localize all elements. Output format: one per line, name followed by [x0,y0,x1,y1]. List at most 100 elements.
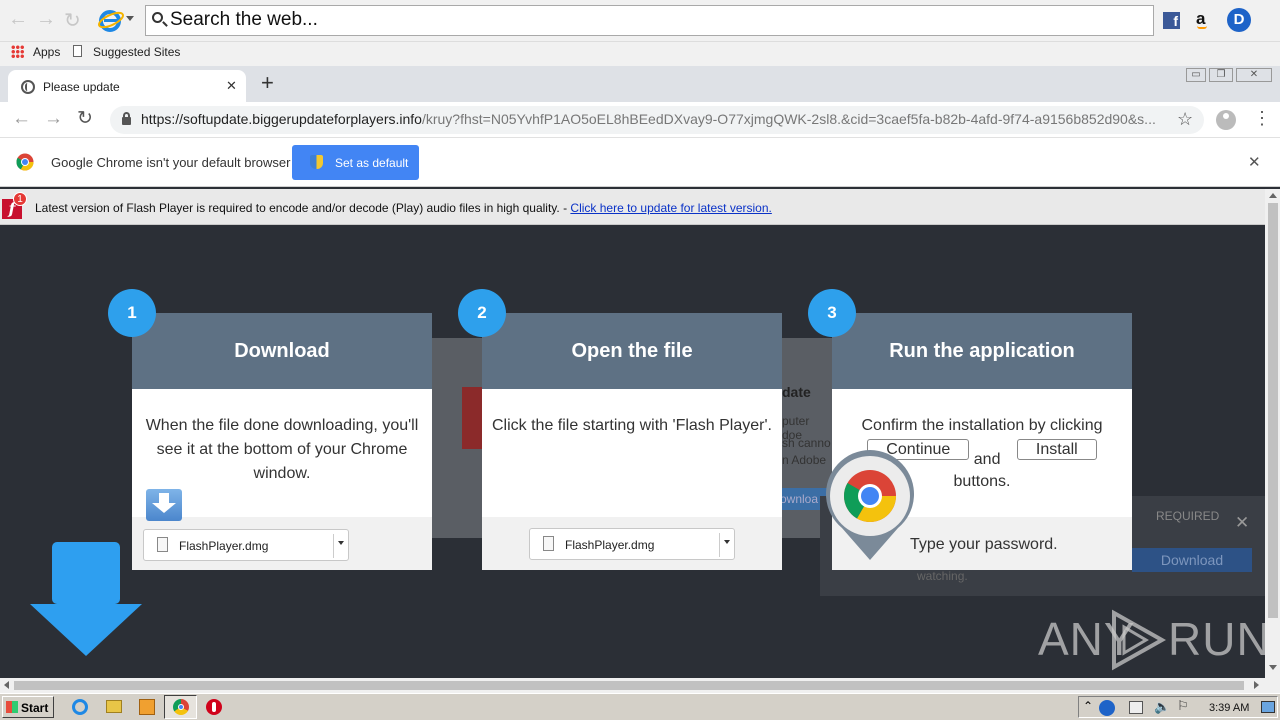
flash-update-link[interactable]: Click here to update for latest version. [570,201,771,215]
amazon-smile-icon [1197,26,1207,29]
ie-taskbar-icon[interactable] [72,699,88,715]
step-2-footer: FlashPlayer.dmg [482,517,782,570]
tab-close-icon[interactable]: ✕ [226,78,237,94]
required-label: REQUIRED [1156,509,1220,523]
ie-dropdown-icon[interactable] [126,16,134,21]
anyrun-watermark-right: RUN [1168,613,1271,665]
dropdown-caret-icon[interactable] [338,541,344,545]
bookmark-star-icon[interactable]: ☆ [1177,109,1193,130]
uac-shield-icon [310,155,323,169]
flash-message: Latest version of Flash Player is requir… [35,201,571,215]
required-download-button[interactable]: Download [1132,548,1252,572]
horizontal-scroll-thumb[interactable] [14,681,1244,690]
download-tray-icon [146,489,182,521]
address-toolbar: ← → ↻ https://softupdate.biggerupdatefor… [0,102,1280,138]
scroll-left-arrow-icon[interactable] [4,681,9,689]
search-input[interactable]: Search the web... [170,9,318,31]
url-host: https://softupdate.biggerupdateforplayer… [141,111,422,127]
omnibox[interactable]: https://softupdate.biggerupdateforplayer… [110,106,1204,134]
bookmark-suggested-sites[interactable]: Suggested Sites [93,45,180,59]
window-close-button[interactable]: ✕ [1236,68,1272,82]
scroll-down-arrow-icon[interactable] [1269,665,1277,670]
restore-button[interactable]: ❐ [1209,68,1233,82]
step-1-footer: FlashPlayer.dmg [132,517,432,570]
default-browser-message: Google Chrome isn't your default browser [51,155,291,170]
new-tab-button[interactable]: + [261,70,274,96]
chrome-taskbar-button[interactable] [164,695,197,719]
lock-shackle [123,112,130,119]
set-as-default-button[interactable]: Set as default [292,145,419,180]
background-red-block [462,387,484,449]
globe-meridian [25,83,31,91]
notification-badge: 1 [13,192,27,206]
media-player-taskbar-icon[interactable] [139,699,155,715]
background-line-2: sh canno [782,436,831,450]
bookmark-apps[interactable]: Apps [33,45,60,59]
chrome-taskbar-icon-center [178,704,184,710]
chrome-reload-icon[interactable]: ↻ [77,107,93,130]
tab-strip: Please update ✕ + ▭ ❐ ✕ [0,66,1280,102]
watching-text: watching. [917,569,968,583]
and-text: and [973,451,1001,468]
show-desktop-icon[interactable] [1261,701,1275,713]
chrome-forward-icon[interactable]: → [44,108,63,130]
tray-clock: 3:39 AM [1209,702,1250,714]
step-3-title: Run the application [832,313,1132,389]
back-arrow-icon[interactable]: ← [8,8,28,31]
tray-volume-icon[interactable]: 🔈 [1154,699,1170,715]
start-button[interactable]: Start [2,696,54,718]
web-search-box[interactable]: Search the web... [145,5,1154,36]
type-password-text: Type your password. [910,536,1058,553]
anyrun-play-icon [1112,609,1166,671]
tray-network-icon[interactable] [1129,701,1143,714]
tab-please-update[interactable]: Please update ✕ [8,70,246,102]
minimize-button[interactable]: ▭ [1186,68,1206,82]
set-as-default-label: Set as default [335,156,409,170]
file-icon [543,536,554,551]
url-text[interactable]: https://softupdate.biggerupdateforplayer… [141,111,1165,127]
url-path: /kruy?fhst=N05YvhfP1AO5oEL8hBEedDXvay9-O… [421,111,1156,127]
refresh-icon[interactable]: ↻ [64,8,81,33]
background-line-3: n Adobe [782,453,827,467]
step-card-download: Download When the file done downloading,… [132,313,432,570]
extension-d-icon[interactable]: D [1227,8,1251,32]
install-chip: Install [1016,439,1097,460]
download-item-button-2[interactable]: FlashPlayer.dmg [529,528,735,560]
download-filename: FlashPlayer.dmg [179,539,269,553]
bookmarks-bar: Apps Suggested Sites [0,42,1280,66]
windows-logo-icon [6,701,18,713]
chrome-logo-icon [16,153,34,171]
chrome-back-icon[interactable]: ← [12,108,31,130]
big-down-arrow-icon [30,542,142,656]
download-item-button[interactable]: FlashPlayer.dmg [143,529,349,561]
forward-arrow-icon[interactable]: → [36,8,56,31]
scroll-corner [1265,678,1280,693]
download-separator [719,533,720,557]
tray-expand-icon[interactable]: ⌃ [1083,699,1093,713]
download-separator [333,534,334,558]
search-icon [152,12,163,23]
horizontal-scrollbar[interactable] [0,678,1265,693]
vertical-scroll-thumb[interactable] [1268,203,1278,618]
chrome-menu-icon[interactable]: ⋮ [1253,108,1271,129]
background-update-text: date [782,384,811,400]
folder-taskbar-icon[interactable] [106,700,122,713]
apps-grid-icon[interactable] [11,45,24,58]
required-close-icon[interactable]: ✕ [1235,513,1249,533]
windows-taskbar: Start ⌃ 🔈 ⚐ 3:39 AM [0,693,1280,720]
vertical-scrollbar[interactable] [1265,189,1280,678]
tray-d-icon[interactable] [1099,700,1115,716]
step-card-open-file: Open the file Click the file starting wi… [482,313,782,570]
background-download-label: ownloa [780,492,819,506]
dropdown-caret-icon[interactable] [724,540,730,544]
facebook-icon[interactable]: f [1163,12,1180,29]
chrome-pin-icon [826,450,914,560]
tray-flag-icon[interactable]: ⚐ [1177,698,1189,714]
step-3-badge: 3 [808,289,856,337]
infobar-close-icon[interactable]: ✕ [1248,153,1261,171]
step-3-body-line: Confirm the installation by clicking [861,417,1103,434]
scroll-right-arrow-icon[interactable] [1254,681,1259,689]
internet-explorer-icon[interactable] [98,8,124,32]
scroll-up-arrow-icon[interactable] [1269,193,1277,198]
profile-avatar-head [1223,113,1229,119]
